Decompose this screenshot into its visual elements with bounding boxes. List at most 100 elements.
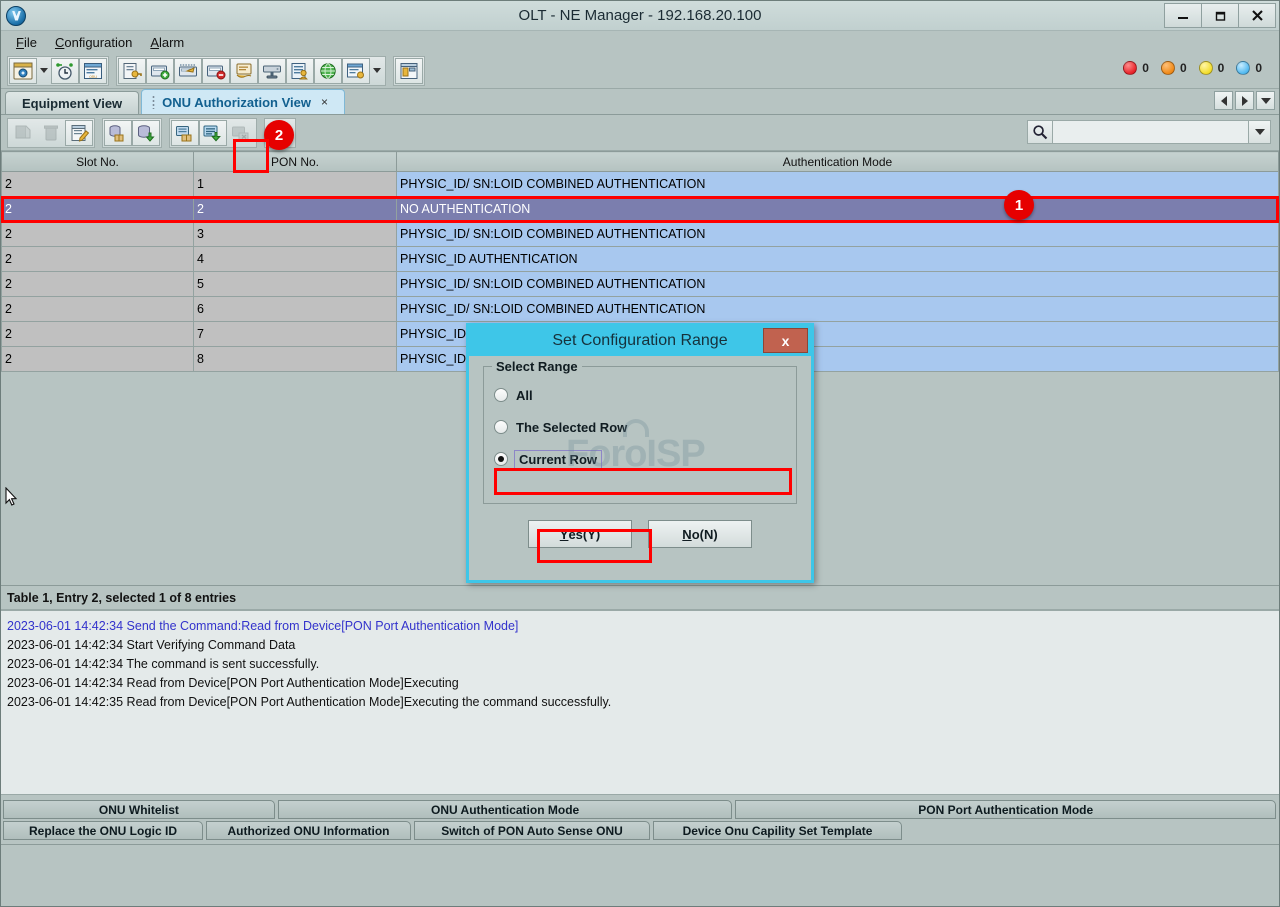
yes-button[interactable]: Yes(Y): [528, 520, 632, 548]
tab-onu-authorization-view[interactable]: ONU Authorization View ×: [141, 89, 345, 114]
column-header-authentication-mode[interactable]: Authentication Mode: [397, 152, 1279, 172]
ne-config-dropdown-icon[interactable]: [37, 58, 51, 84]
log-line: 2023-06-01 14:42:34 Send the Command:Rea…: [7, 617, 1273, 636]
dialog-close-button[interactable]: x: [763, 328, 808, 353]
tab-scroll-right-button[interactable]: [1235, 91, 1254, 110]
radio-option-current-row[interactable]: Current Row: [494, 443, 786, 475]
report-config-dropdown-icon[interactable]: [370, 58, 384, 84]
cell-slot: 2: [2, 297, 194, 322]
tab-scroll-left-button[interactable]: [1214, 91, 1233, 110]
search-icon[interactable]: [1027, 120, 1053, 144]
set-configuration-range-dialog: Set Configuration Range x Select Range A…: [466, 323, 814, 583]
radio-option-all[interactable]: All: [494, 379, 786, 411]
bottom-tab-replace-the-onu-logic-id[interactable]: Replace the ONU Logic ID: [3, 821, 203, 840]
maximize-restore-icon[interactable]: [1201, 3, 1239, 28]
log-line: 2023-06-01 14:42:34 Read from Device[PON…: [7, 674, 1273, 693]
search-history-dropdown-icon[interactable]: [1249, 120, 1271, 144]
select-range-group: Select Range All The Selected Row Curren…: [483, 366, 797, 504]
dialog-title: Set Configuration Range: [552, 332, 727, 350]
bottom-tab-authorized-onu-information[interactable]: Authorized ONU Information: [206, 821, 411, 840]
user-account-icon[interactable]: [286, 58, 314, 84]
bottom-tab-row-2: Replace the ONU Logic ID Authorized ONU …: [1, 819, 1279, 840]
table-row[interactable]: 2 4 PHYSIC_ID AUTHENTICATION: [2, 247, 1279, 272]
radio-the-selected-row-label: The Selected Row: [516, 420, 627, 435]
onu-list-icon[interactable]: onu: [79, 58, 107, 84]
minimize-button[interactable]: [1164, 3, 1202, 28]
main-toolbar: onu: [1, 53, 1279, 89]
alarm-counters: 0 0 0 0: [1123, 61, 1269, 75]
menu-alarm[interactable]: Alarm: [141, 33, 193, 52]
ne-config-icon[interactable]: [9, 58, 37, 84]
cell-slot: 2: [2, 222, 194, 247]
globe-icon[interactable]: [314, 58, 342, 84]
panel-layout-icon[interactable]: [395, 58, 423, 84]
alarm-dot-warning: [1236, 61, 1250, 75]
add-device-icon[interactable]: [146, 58, 174, 84]
table-row[interactable]: 2 3 PHYSIC_ID/ SN:LOID COMBINED AUTHENTI…: [2, 222, 1279, 247]
write-to-device-disabled-icon: [227, 120, 255, 146]
report-config-icon[interactable]: [342, 58, 370, 84]
search-input[interactable]: [1053, 120, 1249, 144]
alarm-count-warning: 0: [1255, 61, 1262, 75]
cell-pon: 8: [194, 347, 397, 372]
server-icon[interactable]: [258, 58, 286, 84]
dialog-body: Select Range All The Selected Row Curren…: [469, 356, 811, 580]
table-row-selected[interactable]: 2 2 NO AUTHENTICATION: [2, 197, 1279, 222]
no-button[interactable]: No(N): [648, 520, 752, 548]
time-sync-icon[interactable]: [51, 58, 79, 84]
cell-auth: PHYSIC_ID AUTHENTICATION: [397, 247, 1279, 272]
bottom-tab-switch-of-pon-auto-sense-onu[interactable]: Switch of PON Auto Sense ONU: [414, 821, 650, 840]
tab-equipment-view-label: Equipment View: [22, 96, 122, 111]
radio-all-icon[interactable]: [494, 388, 508, 402]
cell-auth: NO AUTHENTICATION: [397, 197, 1279, 222]
mouse-cursor-icon: [5, 487, 18, 507]
alarm-dot-minor: [1199, 61, 1213, 75]
table-row[interactable]: 2 6 PHYSIC_ID/ SN:LOID COMBINED AUTHENTI…: [2, 297, 1279, 322]
bottom-tab-pon-port-authentication-mode[interactable]: PON Port Authentication Mode: [735, 800, 1276, 819]
toolbar-group-device: [116, 56, 386, 86]
radio-current-row-icon[interactable]: [494, 452, 508, 466]
cell-slot: 2: [2, 197, 194, 222]
bottom-tab-onu-whitelist[interactable]: ONU Whitelist: [3, 800, 275, 819]
toolbar-group-db: [102, 118, 162, 148]
read-db-icon[interactable]: [104, 120, 132, 146]
edit-record-icon[interactable]: [65, 120, 93, 146]
radio-option-the-selected-row[interactable]: The Selected Row: [494, 411, 786, 443]
tab-onu-authorization-view-label: ONU Authorization View: [162, 95, 311, 110]
menu-bar: File Configuration Alarm: [1, 31, 1279, 53]
application-window: OLT - NE Manager - 192.168.20.100 File C…: [0, 0, 1280, 907]
select-range-legend: Select Range: [492, 359, 582, 374]
read-from-device-button[interactable]: [199, 120, 227, 146]
dialog-title-bar: Set Configuration Range x: [469, 326, 811, 356]
table-row[interactable]: 2 1 PHYSIC_ID/ SN:LOID COMBINED AUTHENTI…: [2, 172, 1279, 197]
remove-device-icon[interactable]: [202, 58, 230, 84]
menu-file[interactable]: File: [7, 33, 46, 52]
device-permission-icon[interactable]: [230, 58, 258, 84]
cell-pon: 2: [194, 197, 397, 222]
column-header-pon-no[interactable]: PON No.: [194, 152, 397, 172]
column-header-slot-no[interactable]: Slot No.: [2, 152, 194, 172]
read-from-table-icon[interactable]: [171, 120, 199, 146]
cell-auth: PHYSIC_ID/ SN:LOID COMBINED AUTHENTICATI…: [397, 222, 1279, 247]
radio-the-selected-row-icon[interactable]: [494, 420, 508, 434]
command-log-panel[interactable]: 2023-06-01 14:42:34 Send the Command:Rea…: [1, 611, 1279, 795]
cell-auth: PHYSIC_ID/ SN:LOID COMBINED AUTHENTICATI…: [397, 297, 1279, 322]
tab-list-dropdown-button[interactable]: [1256, 91, 1275, 110]
cell-slot: 2: [2, 247, 194, 272]
bottom-tab-device-onu-capility-set-template[interactable]: Device Onu Capility Set Template: [653, 821, 902, 840]
table-row[interactable]: 2 5 PHYSIC_ID/ SN:LOID COMBINED AUTHENTI…: [2, 272, 1279, 297]
cell-slot: 2: [2, 272, 194, 297]
tab-close-icon[interactable]: ×: [321, 95, 328, 109]
discover-device-icon[interactable]: [174, 58, 202, 84]
close-button[interactable]: [1238, 3, 1276, 28]
auth-key-icon[interactable]: [118, 58, 146, 84]
menu-configuration[interactable]: Configuration: [46, 33, 141, 52]
cell-pon: 5: [194, 272, 397, 297]
cell-auth: PHYSIC_ID/ SN:LOID COMBINED AUTHENTICATI…: [397, 272, 1279, 297]
tab-equipment-view[interactable]: Equipment View: [5, 91, 139, 114]
bottom-tab-onu-authentication-mode[interactable]: ONU Authentication Mode: [278, 800, 733, 819]
log-line: 2023-06-01 14:42:34 The command is sent …: [7, 655, 1273, 674]
save-to-db-icon[interactable]: [132, 120, 160, 146]
bottom-status-strip: [1, 844, 1279, 875]
table-status-line: Table 1, Entry 2, selected 1 of 8 entrie…: [1, 585, 1279, 611]
